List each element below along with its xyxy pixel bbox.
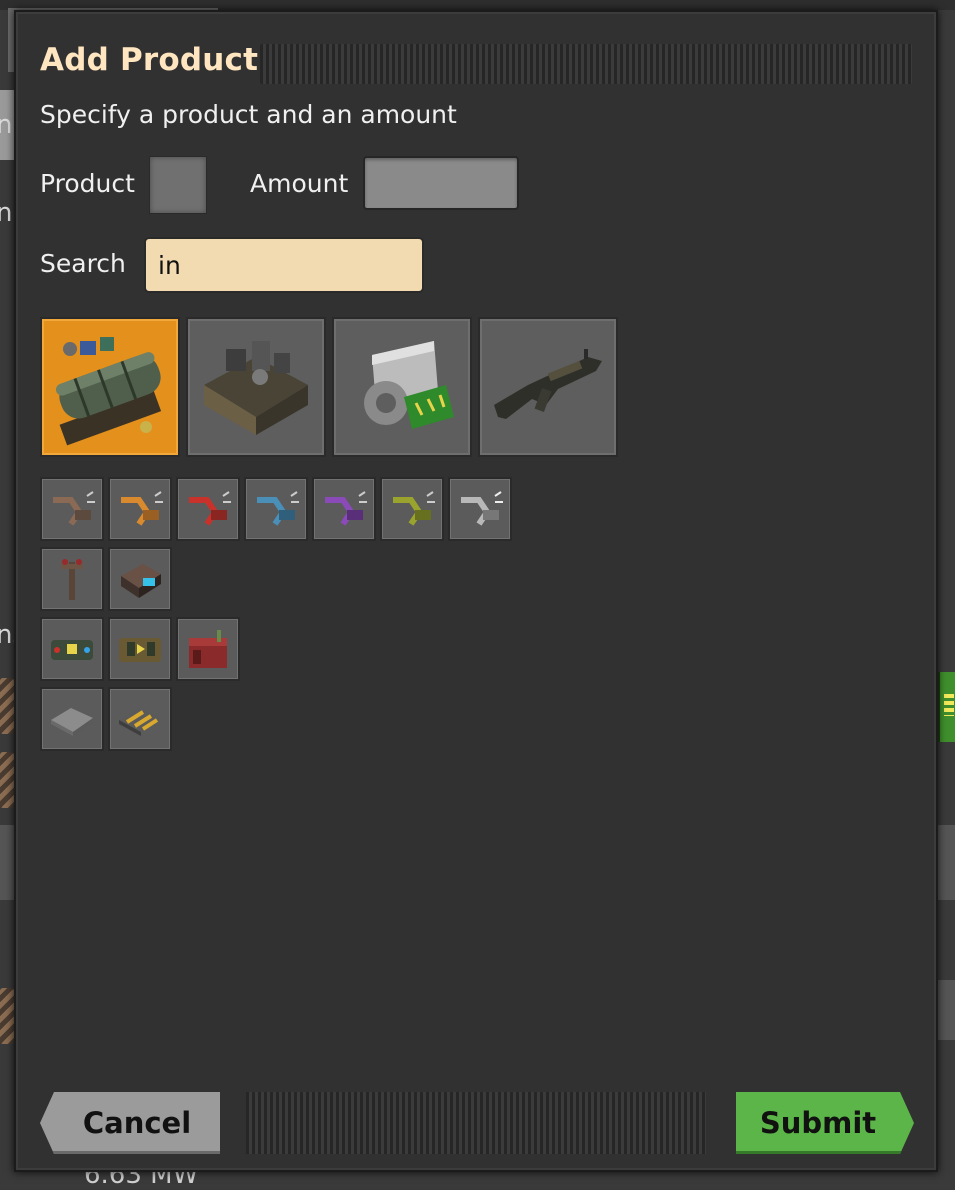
background-text: n bbox=[0, 110, 13, 140]
lab-machine-icon bbox=[121, 564, 161, 598]
amount-field[interactable] bbox=[363, 156, 519, 210]
background-belt-icon bbox=[0, 988, 14, 1044]
item-slot[interactable] bbox=[176, 617, 240, 681]
underground-belt-icon bbox=[119, 638, 161, 662]
item-slot[interactable] bbox=[108, 617, 172, 681]
inserter-bulk-icon bbox=[393, 491, 435, 526]
hazard-concrete-icon bbox=[119, 708, 161, 736]
title-bar[interactable]: Add Product bbox=[40, 40, 912, 84]
item-slot[interactable] bbox=[176, 477, 240, 541]
stone-brick-icon bbox=[51, 708, 93, 736]
inserter-burner-icon bbox=[53, 491, 95, 526]
item-row bbox=[40, 617, 512, 681]
search-label: Search bbox=[40, 249, 126, 278]
item-slot[interactable] bbox=[312, 477, 376, 541]
background-belt-icon bbox=[0, 678, 14, 734]
production-group-button[interactable] bbox=[186, 317, 326, 457]
inserter-stack-icon bbox=[325, 491, 367, 526]
item-slot[interactable] bbox=[40, 477, 104, 541]
item-slot[interactable] bbox=[108, 477, 172, 541]
inserter-long-icon bbox=[189, 491, 231, 526]
item-slot[interactable] bbox=[40, 687, 104, 751]
dialog-title: Add Product bbox=[40, 42, 259, 78]
splitter-icon bbox=[51, 640, 93, 660]
item-slot[interactable] bbox=[40, 547, 104, 611]
product-slot[interactable] bbox=[149, 156, 207, 214]
background-text: n bbox=[0, 198, 13, 228]
item-group-row bbox=[40, 317, 618, 457]
intermediate-products-group-icon bbox=[364, 341, 454, 429]
cancel-button[interactable]: Cancel bbox=[40, 1092, 220, 1154]
background-green-icon bbox=[938, 672, 955, 742]
background-row bbox=[936, 825, 955, 900]
search-input[interactable] bbox=[144, 237, 424, 293]
item-slot[interactable] bbox=[380, 477, 444, 541]
item-grid bbox=[40, 477, 512, 757]
logistics-group-icon bbox=[55, 337, 162, 446]
background-row bbox=[0, 825, 14, 900]
item-slot[interactable] bbox=[108, 687, 172, 751]
inserter-basic-icon bbox=[461, 491, 503, 526]
item-row bbox=[40, 687, 512, 751]
combat-group-icon bbox=[494, 349, 602, 419]
background-row bbox=[936, 980, 955, 1040]
item-slot[interactable] bbox=[244, 477, 308, 541]
item-row bbox=[40, 547, 512, 611]
item-row bbox=[40, 477, 512, 541]
item-slot[interactable] bbox=[40, 617, 104, 681]
product-label: Product bbox=[40, 169, 135, 198]
background-belt-icon bbox=[0, 752, 14, 808]
assembling-machine-icon bbox=[189, 630, 227, 668]
submit-button[interactable]: Submit bbox=[736, 1092, 914, 1154]
production-group-icon bbox=[204, 341, 308, 435]
inserter-filter-icon bbox=[257, 491, 299, 526]
intermediate-products-group-button[interactable] bbox=[332, 317, 472, 457]
inserter-fast-icon bbox=[121, 491, 163, 526]
item-slot[interactable] bbox=[108, 547, 172, 611]
logistics-group-button[interactable] bbox=[40, 317, 180, 457]
title-drag-handle[interactable] bbox=[260, 44, 912, 84]
amount-label: Amount bbox=[250, 169, 349, 198]
combat-group-button[interactable] bbox=[478, 317, 618, 457]
small-electric-pole-icon bbox=[61, 559, 83, 600]
dialog-subtitle: Specify a product and an amount bbox=[40, 100, 457, 129]
item-slot[interactable] bbox=[448, 477, 512, 541]
footer-drag-handle[interactable] bbox=[246, 1092, 706, 1154]
add-product-dialog: Add Product Specify a product and an amo… bbox=[14, 10, 938, 1172]
